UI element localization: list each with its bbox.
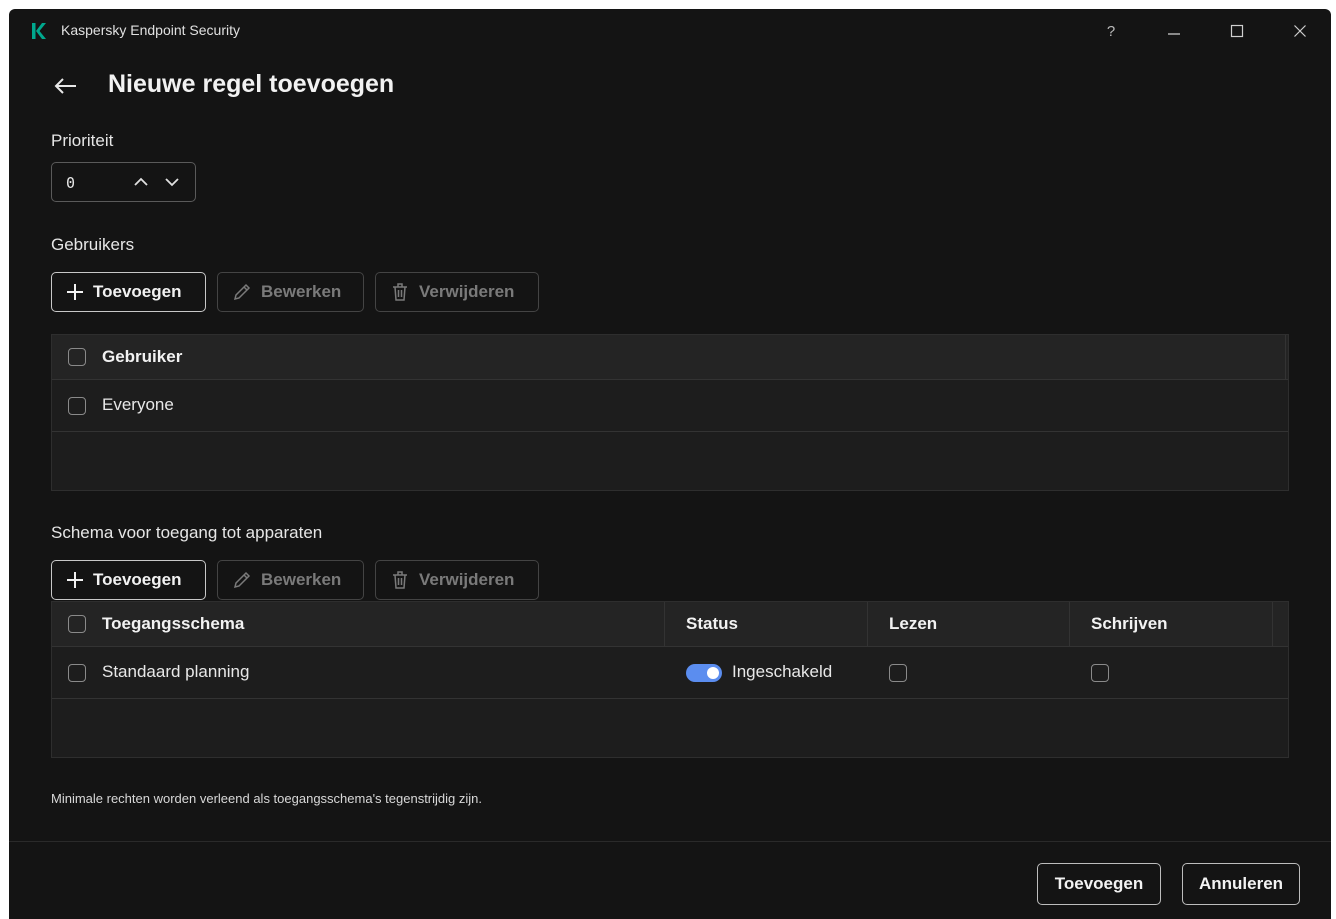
close-button[interactable] — [1285, 19, 1315, 43]
chevron-down-icon[interactable] — [162, 172, 182, 192]
row-checkbox[interactable] — [68, 397, 86, 415]
app-title: Kaspersky Endpoint Security — [61, 22, 240, 38]
schedules-add-label: Toevoegen — [93, 570, 182, 589]
user-name: Everyone — [102, 395, 174, 414]
schedule-name: Standaard planning — [102, 662, 250, 681]
users-table: Gebruiker Everyone — [51, 334, 1289, 491]
column-header-schedule: Toegangsschema — [102, 614, 245, 633]
schedules-table-header: Toegangsschema Status Lezen Schrijven — [52, 602, 1288, 647]
column-header-status: Status — [686, 614, 738, 633]
maximize-button[interactable] — [1222, 19, 1252, 43]
priority-value: 0 — [66, 174, 76, 192]
cancel-button-label: Annuleren — [1198, 874, 1284, 893]
table-row[interactable]: Everyone — [52, 380, 1288, 432]
help-icon: ? — [1106, 22, 1116, 40]
status-toggle[interactable] — [686, 664, 722, 682]
schedules-delete-button[interactable]: Verwijderen — [375, 560, 539, 600]
column-header-write: Schrijven — [1091, 614, 1168, 633]
schedules-add-button[interactable]: Toevoegen — [51, 560, 206, 600]
back-arrow-icon[interactable] — [53, 73, 79, 99]
status-text: Ingeschakeld — [732, 662, 833, 681]
users-edit-label: Bewerken — [261, 282, 342, 301]
column-header-user: Gebruiker — [102, 347, 183, 366]
app-window: Kaspersky Endpoint Security ? Nieuwe reg… — [9, 9, 1331, 919]
add-button[interactable]: Toevoegen — [1037, 863, 1161, 905]
close-icon — [1294, 25, 1306, 37]
priority-stepper[interactable]: 0 — [51, 162, 196, 202]
users-label: Gebruikers — [51, 235, 135, 254]
table-row[interactable]: Standaard planning Ingeschakeld — [52, 647, 1288, 699]
users-add-button[interactable]: Toevoegen — [51, 272, 206, 312]
maximize-icon — [1230, 24, 1244, 38]
pencil-icon — [233, 283, 251, 301]
page-title: Nieuwe regel toevoegen — [108, 70, 395, 98]
write-checkbox[interactable] — [1091, 664, 1109, 682]
users-add-label: Toevoegen — [93, 282, 182, 301]
users-table-header: Gebruiker — [52, 335, 1288, 380]
title-bar: Kaspersky Endpoint Security ? — [9, 9, 1331, 53]
read-checkbox[interactable] — [889, 664, 907, 682]
minimize-button[interactable] — [1159, 19, 1189, 43]
column-header-read: Lezen — [889, 614, 938, 633]
users-delete-button[interactable]: Verwijderen — [375, 272, 539, 312]
plus-icon — [67, 284, 83, 300]
row-checkbox[interactable] — [68, 664, 86, 682]
kaspersky-logo-icon — [32, 23, 46, 39]
schedules-edit-label: Bewerken — [261, 570, 342, 589]
users-delete-label: Verwijderen — [419, 282, 515, 301]
minimize-icon — [1168, 33, 1180, 35]
schedules-label: Schema voor toegang tot apparaten — [51, 523, 323, 542]
schedules-edit-button[interactable]: Bewerken — [217, 560, 364, 600]
dialog-footer: Toevoegen Annuleren — [9, 841, 1331, 919]
plus-icon — [67, 572, 83, 588]
help-button[interactable]: ? — [1096, 19, 1126, 43]
select-all-schedules-checkbox[interactable] — [68, 615, 86, 633]
add-button-label: Toevoegen — [1054, 874, 1144, 893]
trash-icon — [393, 283, 407, 301]
schedules-delete-label: Verwijderen — [419, 570, 515, 589]
trash-icon — [393, 571, 407, 589]
chevron-up-icon[interactable] — [131, 172, 151, 192]
schedules-table: Toegangsschema Status Lezen Schrijven St… — [51, 601, 1289, 758]
cancel-button[interactable]: Annuleren — [1182, 863, 1300, 905]
priority-label: Prioriteit — [51, 131, 114, 150]
select-all-users-checkbox[interactable] — [68, 348, 86, 366]
conflict-note: Minimale rechten worden verleend als toe… — [51, 791, 482, 806]
users-edit-button[interactable]: Bewerken — [217, 272, 364, 312]
pencil-icon — [233, 571, 251, 589]
